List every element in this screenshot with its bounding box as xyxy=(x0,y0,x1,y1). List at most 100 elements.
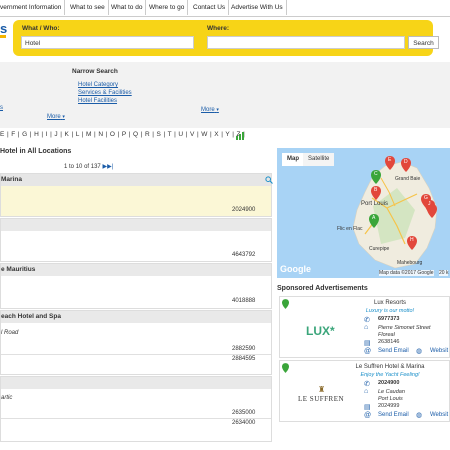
map-scale: 20 k xyxy=(439,270,449,276)
map-pin-icon xyxy=(282,363,289,373)
map-marker[interactable]: A xyxy=(369,214,379,233)
nav-tab-government-information[interactable]: vernment Information xyxy=(0,0,66,15)
globe-icon: ◍ xyxy=(416,412,423,419)
sponsored-ad[interactable]: Le Suffren Hotel & Marina Enjoy the Yach… xyxy=(279,360,450,422)
listing-card[interactable]: e Mauritius 4018888 xyxy=(0,263,272,309)
listing-phone: 4643792 xyxy=(232,252,256,258)
email-icon: @ xyxy=(364,348,372,355)
listing-address: artic xyxy=(1,395,13,401)
map-tab-satellite[interactable]: Satellite xyxy=(303,153,335,166)
listing-title[interactable]: Marina xyxy=(1,176,22,183)
listing-header xyxy=(1,219,271,231)
nav-tab-what-to-do[interactable]: What to do xyxy=(108,0,147,15)
map-marker[interactable]: C xyxy=(371,170,381,189)
search-bar: What / Who: Where: Hotel Search xyxy=(13,20,439,56)
filter-panel xyxy=(0,62,450,128)
ad-address-line: Le Caudan xyxy=(378,389,405,395)
ad-fax: 2638146 xyxy=(378,339,400,345)
nav-tab-advertise[interactable]: Advertise With Us xyxy=(228,0,287,15)
search-button[interactable]: Search xyxy=(408,36,439,49)
map-place-label: Curepipe xyxy=(369,246,390,252)
ad-name[interactable]: Le Suffren Hotel & Marina xyxy=(356,364,425,370)
map-marker[interactable]: H xyxy=(407,236,417,255)
listing-header xyxy=(1,377,271,389)
map-marker[interactable]: E xyxy=(385,156,395,175)
search-icon[interactable] xyxy=(265,176,273,184)
ad-address-line: Floreal xyxy=(378,332,395,338)
website-link[interactable]: Websit xyxy=(430,412,448,418)
filter-hotel-category[interactable]: Hotel Category xyxy=(78,82,118,88)
crest-icon: ♜ xyxy=(318,385,326,394)
ad-logo: LE SUFFREN xyxy=(298,395,345,403)
nav-tab-contact-us[interactable]: Contact Us xyxy=(190,0,230,15)
listing-title[interactable]: e Mauritius xyxy=(1,266,35,273)
phone-divider xyxy=(1,354,271,355)
ad-slogan: Enjoy the Yacht Feeling! xyxy=(360,372,420,378)
chevron-down-icon: ▾ xyxy=(62,114,65,120)
pager: 1 to 10 of 137 ▶▶| xyxy=(64,164,114,170)
email-icon: @ xyxy=(364,412,372,419)
send-email-link[interactable]: Send Email xyxy=(378,412,409,418)
listing-card[interactable]: each Hotel and Spa l Road 2882590 288459… xyxy=(0,310,272,375)
what-search-input[interactable]: Hotel xyxy=(21,36,194,49)
last-page-icon[interactable]: ▶| xyxy=(107,164,113,170)
map-panel[interactable]: Map Satellite Grand Baie Port Louis Flic… xyxy=(277,148,450,278)
fax-icon: ▤ xyxy=(364,340,371,347)
map-place-label: Mahebourg xyxy=(397,260,423,266)
alphabet-filter[interactable]: E | F | G | H | I | J | K | L | M | N | … xyxy=(0,131,245,138)
listing-title[interactable]: each Hotel and Spa xyxy=(1,313,61,320)
ad-fax: 2024999 xyxy=(378,403,400,409)
nav-tab-where-to-go[interactable]: Where to go xyxy=(146,0,189,15)
ad-name[interactable]: Lux Resorts xyxy=(374,300,406,306)
filter-hotel-facilities[interactable]: Hotel Facilities xyxy=(78,98,117,104)
ad-logo: LUX* xyxy=(306,324,335,338)
listing-header xyxy=(1,174,271,186)
home-icon: ⌂ xyxy=(364,388,369,395)
what-label: What / Who: xyxy=(22,25,60,32)
site-logo[interactable]: s xyxy=(0,21,7,36)
map-tab-map[interactable]: Map xyxy=(282,153,304,166)
google-logo: Google xyxy=(280,264,311,274)
more-left-link[interactable]: More ▾ xyxy=(47,114,65,120)
more-right-link[interactable]: More ▾ xyxy=(201,107,219,113)
nav-tab-what-to-see[interactable]: What to see xyxy=(67,0,109,15)
bar-chart-icon[interactable] xyxy=(236,132,245,140)
fax-icon: ▤ xyxy=(364,404,371,411)
listing-phone: 2635000 xyxy=(232,410,256,416)
globe-icon: ◍ xyxy=(416,348,423,355)
listing-phone: 2634000 xyxy=(232,420,256,426)
logo-underline xyxy=(0,35,6,38)
phone-icon: ✆ xyxy=(364,317,370,324)
where-search-input[interactable] xyxy=(207,36,405,49)
phone-icon: ✆ xyxy=(364,381,370,388)
home-icon: ⌂ xyxy=(364,324,369,331)
listing-card[interactable]: Marina 2024900 xyxy=(0,173,273,217)
send-email-link[interactable]: Send Email xyxy=(378,348,409,354)
website-link[interactable]: Websit xyxy=(430,348,448,354)
listing-card[interactable]: 4643792 xyxy=(0,218,272,262)
chevron-down-icon: ▾ xyxy=(216,107,219,113)
narrow-search-title: Narrow Search xyxy=(72,68,118,75)
map-marker[interactable]: D xyxy=(401,158,411,177)
top-navigation: vernment Information What to see What to… xyxy=(0,0,450,17)
results-heading: Hotel in All Locations xyxy=(0,148,72,155)
ad-address-line: Port Louis xyxy=(378,396,403,402)
filter-services-facilities[interactable]: Services & Facilities xyxy=(78,90,132,96)
where-label: Where: xyxy=(207,25,230,32)
ad-phone: 6977373 xyxy=(378,316,400,322)
listing-header xyxy=(1,264,271,276)
map-attribution: Map data ©2017 Google xyxy=(379,270,434,276)
listing-phone: 2024900 xyxy=(232,207,256,213)
listing-phone: 4018888 xyxy=(232,298,256,304)
ad-phone: 2024900 xyxy=(378,380,400,386)
listing-phone: 2884595 xyxy=(232,356,256,362)
sponsored-title: Sponsored Advertisements xyxy=(277,285,368,292)
listing-card[interactable]: artic 2635000 2634000 xyxy=(0,376,272,442)
map-pin-icon xyxy=(282,299,289,309)
ad-address-line: Pierre Simonet Street xyxy=(378,325,431,331)
map-place-label: Flic en Flac xyxy=(337,226,363,232)
phone-divider xyxy=(1,418,271,419)
sponsored-ad[interactable]: Lux Resorts Luxury is our motto! LUX* ✆ … xyxy=(279,296,450,358)
map-marker[interactable]: J xyxy=(425,200,435,219)
filter-left-link[interactable]: s xyxy=(0,105,3,111)
